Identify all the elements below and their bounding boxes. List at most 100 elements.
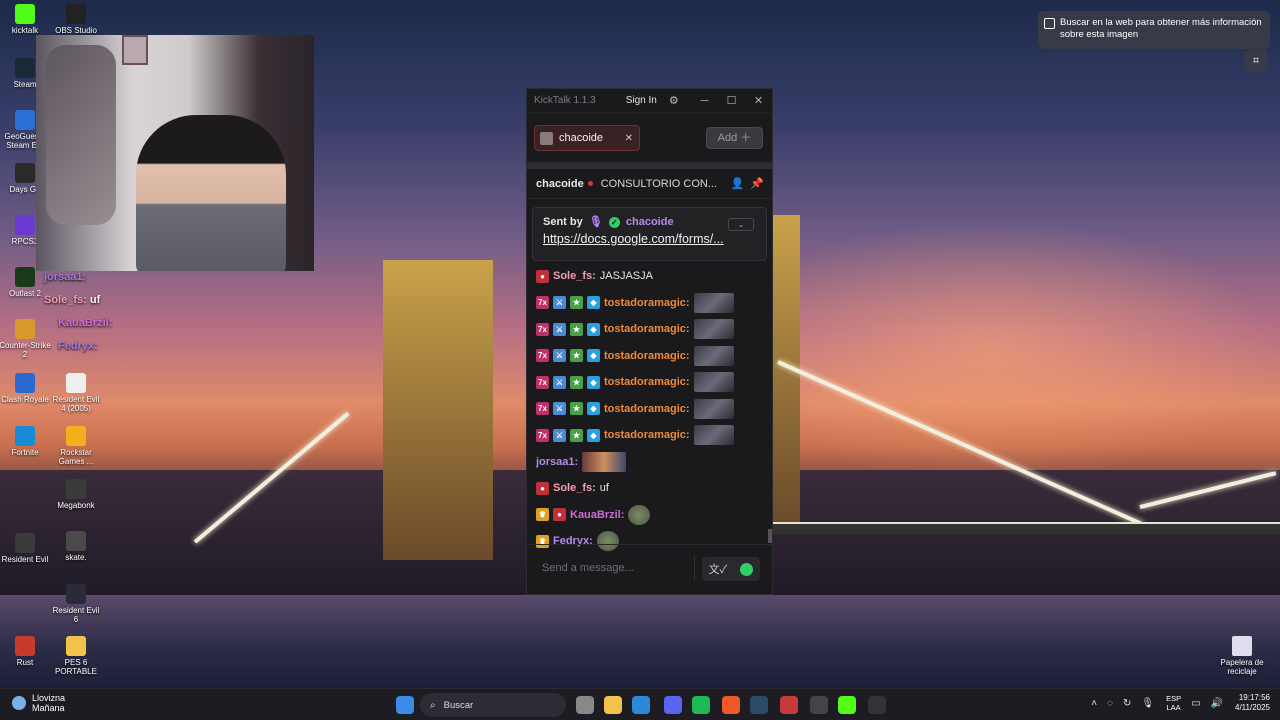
minimize-button[interactable]: ─ — [691, 95, 718, 107]
volume-icon[interactable]: 🔊 — [1211, 698, 1223, 709]
voicemeeter-icon[interactable] — [780, 696, 798, 714]
chat-emote — [628, 504, 651, 525]
epic-games-icon[interactable] — [868, 696, 886, 714]
maximize-button[interactable]: ☐ — [718, 94, 745, 107]
lens-icon[interactable]: ⌗ — [1244, 50, 1268, 72]
user-badge-icon: 7x — [536, 428, 549, 442]
overlay-chat-line: Sole_fs: uf — [44, 289, 112, 312]
add-channel-button[interactable]: Add ＋ — [706, 127, 763, 149]
weather-widget[interactable]: Llovizna Mañana — [12, 693, 65, 713]
user-icon[interactable]: 👤 — [731, 177, 745, 190]
chat-username[interactable]: tostadoramagic: — [604, 403, 690, 415]
desktop-icon[interactable]: PES 6 PORTABLE — [50, 636, 102, 676]
chat-text: JASJASJA — [599, 270, 653, 283]
chat-message: ● Sole_fs: uf — [527, 475, 772, 502]
user-badge-icon: ★ — [570, 428, 583, 442]
emote-picker-icon[interactable] — [740, 562, 754, 576]
chat-messages: ● Sole_fs: JASJASJA 7x ⚔ ★ ◆ tostadoramagic: 7x ⚔… — [527, 263, 772, 555]
desktop-icon[interactable]: Rust — [0, 636, 51, 667]
chat-username[interactable]: tostadoramagic: — [604, 323, 690, 335]
desktop-icon-label: Resident Evil — [1, 555, 49, 564]
chevron-down-icon[interactable]: ⌄ — [728, 218, 754, 231]
message-input[interactable]: Send a message... — [535, 556, 695, 580]
chat-emote — [693, 319, 734, 340]
translate-icon[interactable]: 文✓ — [709, 561, 728, 577]
display-icon[interactable]: ▭ — [1191, 698, 1200, 709]
file-explorer-icon[interactable] — [604, 696, 622, 714]
chat-message: 7x ⚔ ★ ◆ tostadoramagic: — [527, 396, 772, 423]
chat-username[interactable]: tostadoramagic: — [604, 297, 690, 309]
bing-icon[interactable] — [632, 696, 650, 714]
app-title: KickTalk 1.1.3 — [534, 95, 596, 106]
sync-icon[interactable]: ↻ — [1123, 698, 1131, 709]
desktop-icon-label: kicktalk — [11, 26, 39, 35]
language-indicator[interactable]: ESP LAA — [1166, 694, 1181, 712]
recycle-bin[interactable]: Papelera de reciclaje — [1216, 636, 1268, 676]
desktop-icon-label: Megabonk — [57, 501, 95, 510]
overlay-chat-line: jorsaa1: — [44, 266, 112, 289]
chat-username[interactable]: tostadoramagic: — [604, 376, 690, 388]
user-badge-icon: 7x — [536, 296, 549, 310]
chevron-up-icon[interactable]: ˄ — [1091, 698, 1097, 709]
tab-chacoide[interactable]: chacoide ✕ — [534, 125, 640, 151]
desktop-icon[interactable]: Rockstar Games ... — [50, 426, 102, 466]
overlay-chat-line: Fedryx: — [44, 335, 112, 358]
pinned-sender: chacoide — [625, 216, 674, 228]
user-badge-icon: ⚔ — [553, 428, 566, 442]
desktop-icon[interactable]: Megabonk — [50, 479, 102, 510]
desktop-icon-label: Rust — [16, 658, 34, 667]
brave-icon[interactable] — [722, 696, 740, 714]
discord-icon[interactable] — [664, 696, 682, 714]
windows-start-icon[interactable] — [396, 696, 414, 714]
clock[interactable]: 19:17:56 4/11/2025 — [1235, 693, 1270, 713]
chat-username[interactable]: Sole_fs: — [553, 270, 596, 282]
pinned-link[interactable]: https://docs.google.com/forms/... — [543, 232, 756, 246]
desktop-icon-label: PES 6 PORTABLE — [55, 658, 97, 676]
user-badge-icon: ★ — [570, 322, 583, 336]
desktop-icon[interactable]: Resident Evil 4 (2005) — [50, 373, 102, 413]
sign-in-button[interactable]: Sign In — [626, 95, 657, 106]
kicktalk-icon[interactable] — [838, 696, 856, 714]
pin-icon[interactable]: 📌 — [750, 177, 764, 190]
chat-message: 7x ⚔ ★ ◆ tostadoramagic: — [527, 290, 772, 317]
desktop-icon-label: Rockstar Games ... — [58, 448, 94, 466]
obs-icon[interactable] — [810, 696, 828, 714]
steam-icon[interactable] — [750, 696, 768, 714]
clock-date: 4/11/2025 — [1235, 703, 1270, 712]
kicktalk-window: KickTalk 1.1.3 Sign In ⚙ ─ ☐ ✕ chacoide … — [526, 88, 773, 595]
mic-badge-icon: 🎙 — [588, 216, 603, 228]
clock-time: 19:17:56 — [1238, 693, 1270, 702]
chat-username[interactable]: tostadoramagic: — [604, 429, 690, 441]
overlay-chat-line: KauaBrzil: — [44, 312, 112, 335]
app-icon — [15, 426, 35, 446]
chat-username[interactable]: jorsaa1: — [536, 456, 578, 468]
user-badge-icon: ◆ — [587, 375, 600, 389]
close-tab-icon[interactable]: ✕ — [625, 133, 633, 144]
spotify-icon[interactable] — [692, 696, 710, 714]
desktop-icon[interactable]: OBS Studio — [50, 4, 102, 35]
desktop-icon-label: Resident Evil 4 (2005) — [52, 395, 100, 413]
chat-username[interactable]: tostadoramagic: — [604, 350, 690, 362]
network-icon[interactable]: ◌ — [1107, 698, 1113, 709]
chat-username[interactable]: KauaBrzil: — [570, 509, 624, 521]
desktop-icon[interactable]: skate. — [50, 531, 102, 562]
task-view-icon[interactable] — [576, 696, 594, 714]
mic-icon[interactable]: 🎙 — [1141, 698, 1154, 709]
gear-icon[interactable]: ⚙ — [669, 94, 679, 107]
desktop-icon[interactable]: Fortnite — [0, 426, 51, 457]
close-button[interactable]: ✕ — [745, 94, 772, 107]
scrollbar[interactable] — [768, 529, 772, 543]
app-icon — [15, 319, 35, 339]
chat-message: 7x ⚔ ★ ◆ tostadoramagic: — [527, 369, 772, 396]
taskbar-search[interactable]: ⌕ Buscar — [420, 693, 566, 717]
desktop-icon-label: Resident Evil 6 — [52, 606, 100, 624]
app-icon — [66, 373, 86, 393]
image-search-popup[interactable]: Buscar en la web para obtener más inform… — [1038, 11, 1270, 49]
chat-username[interactable]: Sole_fs: — [553, 482, 596, 494]
desktop-icon[interactable]: Resident Evil 6 — [50, 584, 102, 624]
user-badge-icon: ● — [536, 481, 549, 495]
desktop-icon[interactable]: Resident Evil — [0, 533, 51, 564]
desktop-icon[interactable]: kicktalk — [0, 4, 51, 35]
app-icon — [66, 426, 86, 446]
desktop-icon[interactable]: Clash Royale — [0, 373, 51, 404]
